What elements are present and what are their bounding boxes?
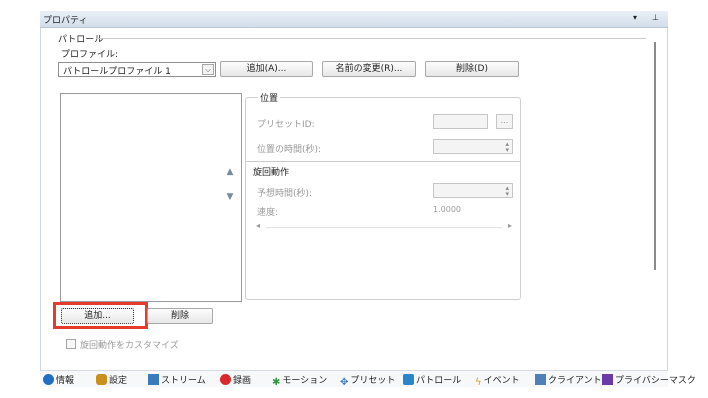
position-time-label: 位置の時間(秒): — [257, 145, 322, 155]
record-icon — [220, 374, 231, 385]
event-icon: ϟ — [475, 377, 482, 388]
tab-motion[interactable]: ✱ モーション — [272, 373, 327, 388]
delete-profile-button[interactable]: 削除(D) — [425, 61, 519, 77]
tab-stream[interactable]: ストリーム — [148, 373, 206, 387]
spin-icon: ▴ ▾ — [505, 140, 509, 154]
tab-info[interactable]: 情報 — [43, 373, 74, 387]
position-group-label: 位置 — [258, 91, 281, 104]
pin-icon[interactable]: ⊥ — [652, 13, 659, 22]
expected-time-label: 予想時間(秒): — [257, 189, 313, 199]
profile-label: プロファイル: — [61, 50, 119, 60]
section-divider — [96, 38, 646, 39]
tab-settings[interactable]: 設定 — [96, 373, 127, 387]
rotation-group-label: 旋回動作 — [251, 165, 292, 178]
add-profile-button[interactable]: 追加(A)... — [220, 61, 313, 77]
spin-icon: ▴ ▾ — [505, 184, 509, 198]
vertical-scrollbar[interactable] — [654, 42, 656, 270]
motion-icon: ✱ — [272, 377, 281, 388]
bottom-tab-bar: 情報 設定 ストリーム 録画 ✱ モーション ✥ プリセット パトロール ϟ イベント… — [40, 370, 696, 388]
preset-browse-button: ... — [496, 114, 513, 129]
stream-icon — [148, 374, 159, 385]
speed-slider-track — [266, 227, 502, 228]
position-time-field: ▴ ▾ — [433, 139, 513, 154]
customize-rotation-checkbox[interactable] — [66, 339, 76, 349]
preset-id-field — [433, 114, 488, 129]
patrol-position-list[interactable] — [60, 93, 242, 302]
move-down-icon[interactable]: ▼ — [223, 192, 237, 204]
highlight-box — [53, 302, 148, 329]
slider-right-icon: ▸ — [508, 221, 513, 230]
window-title: プロパティ — [43, 16, 88, 26]
customize-rotation-label: 旋回動作をカスタマイズ — [80, 341, 179, 351]
settings-icon — [96, 374, 107, 385]
tab-event[interactable]: ϟ イベント — [475, 373, 520, 388]
info-icon — [43, 374, 54, 385]
profile-select[interactable]: パトロールプロファイル 1 ⌵ — [58, 62, 216, 77]
tab-preset[interactable]: ✥ プリセット — [340, 373, 395, 388]
properties-titlebar: プロパティ ▾ ⊥ — [40, 11, 668, 28]
tab-privacy-mask[interactable]: プライバシーマスク — [602, 373, 696, 387]
tab-patrol[interactable]: パトロール — [403, 373, 461, 387]
group-separator — [246, 161, 520, 162]
move-up-icon[interactable]: ▲ — [223, 167, 237, 179]
client-icon — [535, 374, 546, 385]
rename-profile-button[interactable]: 名前の変更(R)... — [322, 61, 416, 77]
tab-client[interactable]: クライアント — [535, 373, 602, 387]
expected-time-field: ▴ ▾ — [433, 183, 513, 198]
chevron-down-icon[interactable]: ⌵ — [202, 64, 214, 75]
slider-left-icon: ◂ — [256, 221, 261, 230]
patrol-icon — [403, 374, 414, 385]
tab-record[interactable]: 録画 — [220, 373, 251, 387]
preset-icon: ✥ — [340, 377, 349, 388]
dropdown-arrow-icon[interactable]: ▾ — [633, 13, 637, 22]
speed-value: 1.0000 — [433, 205, 461, 214]
speed-label: 速度: — [257, 208, 279, 218]
preset-id-label: プリセットID: — [257, 120, 315, 130]
remove-position-button: 削除 — [147, 308, 213, 324]
profile-select-value: パトロールプロファイル 1 — [63, 67, 171, 77]
privacy-mask-icon — [602, 374, 613, 385]
